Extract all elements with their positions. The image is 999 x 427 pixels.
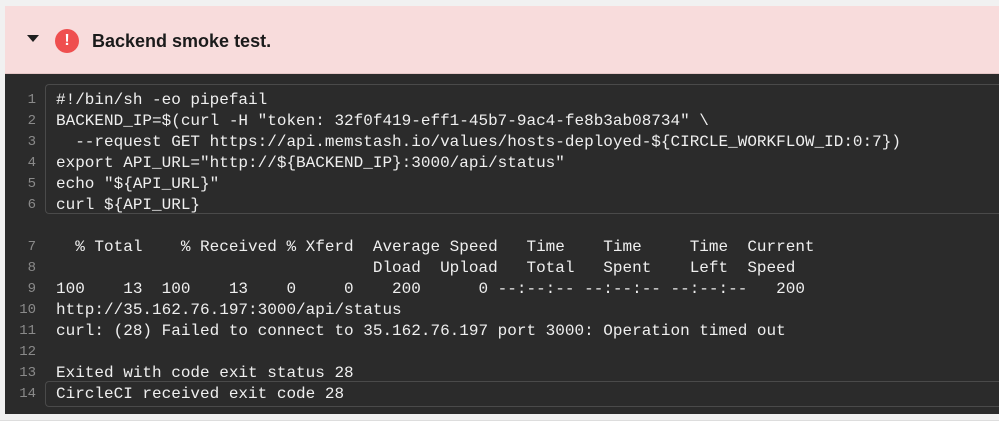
log-line: 3 --request GET https://api.memstash.io/… <box>5 132 999 153</box>
log-line: 9 100 13 100 13 0 0 200 0 --:--:-- --:--:… <box>5 279 999 300</box>
line-text: export API_URL="http://${BACKEND_IP}:300… <box>56 154 565 172</box>
line-number: 11 <box>19 323 36 339</box>
line-text: http://35.162.76.197:3000/api/status <box>56 301 402 319</box>
log-line: 8 Dload Upload Total Spent Left Speed <box>5 258 999 279</box>
log-line: 13 Exited with code exit status 28 <box>5 363 999 384</box>
log-line: 1 #!/bin/sh -eo pipefail <box>5 90 999 111</box>
line-number: 12 <box>19 344 36 360</box>
step-header[interactable]: ! Backend smoke test. <box>5 6 999 74</box>
log-line: 6 curl ${API_URL} <box>5 195 999 216</box>
log-line: 11 curl: (28) Failed to connect to 35.162… <box>5 321 999 342</box>
line-text: echo "${API_URL}" <box>56 175 220 193</box>
log-line: 5 echo "${API_URL}" <box>5 174 999 195</box>
line-number: 5 <box>27 176 36 192</box>
line-text: curl: (28) Failed to connect to 35.162.7… <box>56 322 786 340</box>
line-number: 10 <box>19 302 36 318</box>
log-line: 4 export API_URL="http://${BACKEND_IP}:30… <box>5 153 999 174</box>
line-text: BACKEND_IP=$(curl -H "token: 32f0f419-ef… <box>56 112 709 130</box>
log-line: 10 http://35.162.76.197:3000/api/status <box>5 300 999 321</box>
line-text: CircleCI received exit code 28 <box>56 385 345 403</box>
line-text: Dload Upload Total Spent Left Speed <box>56 259 796 277</box>
line-text: --request GET https://api.memstash.io/va… <box>56 133 901 151</box>
line-number: 13 <box>19 365 36 381</box>
line-number: 4 <box>27 155 36 171</box>
line-text: % Total % Received % Xferd Average Speed… <box>56 238 815 256</box>
line-text: #!/bin/sh -eo pipefail <box>56 91 268 109</box>
line-number: 14 <box>19 386 36 402</box>
line-number: 8 <box>27 260 36 276</box>
line-number: 6 <box>27 197 36 213</box>
error-icon: ! <box>55 29 79 53</box>
step-title: Backend smoke test. <box>92 31 272 51</box>
log-line: 14 CircleCI received exit code 28 <box>5 384 999 405</box>
line-text: Exited with code exit status 28 <box>56 364 354 382</box>
log-line: 12 <box>5 342 999 363</box>
log-line: 7 % Total % Received % Xferd Average Spe… <box>5 237 999 258</box>
chevron-down-icon[interactable] <box>27 35 39 42</box>
line-number: 3 <box>27 134 36 150</box>
line-number: 2 <box>27 113 36 129</box>
line-number: 9 <box>27 281 36 297</box>
line-number: 1 <box>27 92 36 108</box>
line-text: curl ${API_URL} <box>56 196 201 214</box>
log-line: 2 BACKEND_IP=$(curl -H "token: 32f0f419-e… <box>5 111 999 132</box>
step-panel: ! Backend smoke test. 1 #!/bin/sh -eo pip… <box>5 6 999 414</box>
line-number: 7 <box>27 239 36 255</box>
line-text: 100 13 100 13 0 0 200 0 --:--:-- --:--:-… <box>56 280 805 298</box>
